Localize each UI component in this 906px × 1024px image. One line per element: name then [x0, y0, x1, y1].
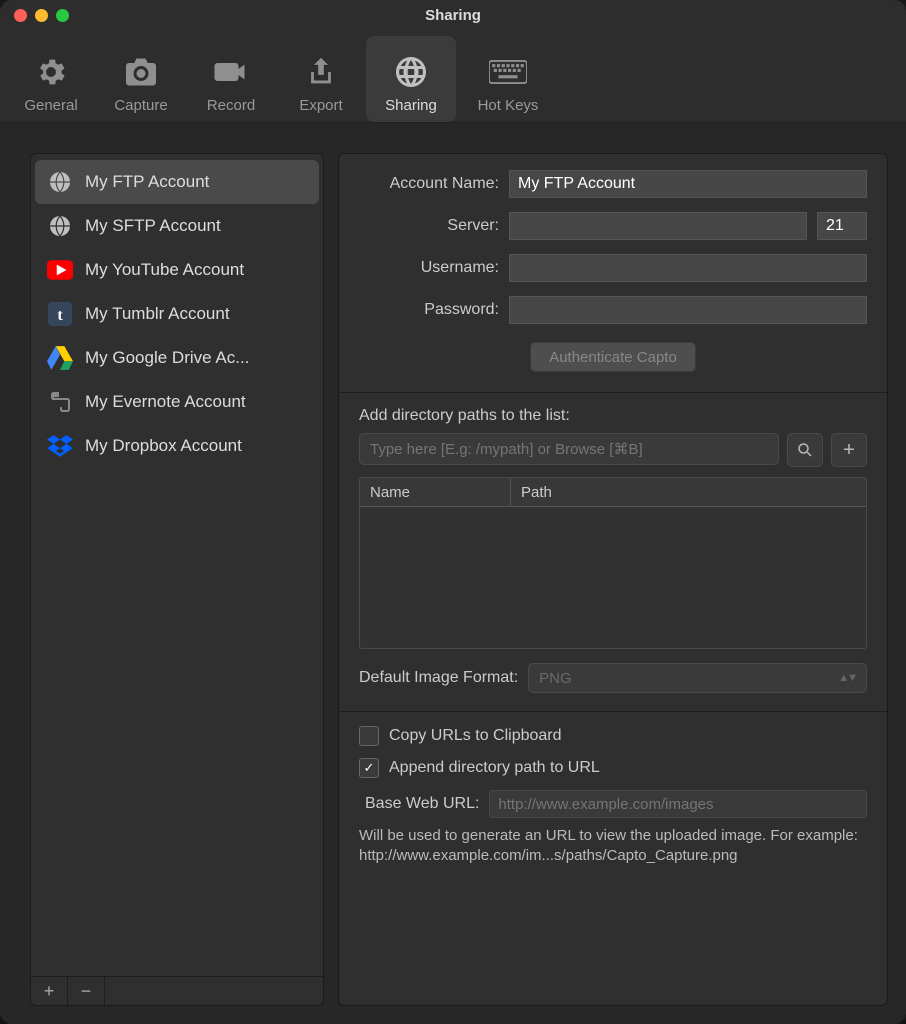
default-format-label: Default Image Format: — [359, 669, 518, 687]
account-item-evernote[interactable]: My Evernote Account — [35, 380, 319, 424]
window-title: Sharing — [0, 7, 906, 24]
keyboard-icon — [489, 53, 527, 91]
account-detail-panel: Account Name: Server: Username: Password… — [338, 153, 888, 1006]
evernote-icon — [47, 389, 73, 415]
add-directory-button[interactable]: + — [831, 433, 867, 467]
accounts-sidebar: My FTP Account My SFTP Account My YouTub… — [30, 153, 324, 1006]
authenticate-button[interactable]: Authenticate Capto — [530, 342, 696, 372]
port-input[interactable] — [817, 212, 867, 240]
titlebar: Sharing — [0, 0, 906, 30]
toolbar: General Capture Record Export Sharing — [0, 30, 906, 123]
share-icon — [302, 53, 340, 91]
dropbox-icon — [47, 433, 73, 459]
account-item-dropbox[interactable]: My Dropbox Account — [35, 424, 319, 468]
account-label: My Evernote Account — [85, 392, 246, 412]
remove-account-button[interactable]: − — [68, 977, 105, 1005]
youtube-icon — [47, 257, 73, 283]
tab-label: General — [24, 97, 77, 114]
account-item-sftp[interactable]: My SFTP Account — [35, 204, 319, 248]
tab-label: Capture — [114, 97, 167, 114]
server-label: Server: — [359, 217, 499, 235]
browse-button[interactable] — [787, 433, 823, 467]
default-format-value: PNG — [539, 670, 572, 687]
preferences-window: Sharing General Capture Record Export — [0, 0, 906, 1024]
account-item-gdrive[interactable]: My Google Drive Ac... — [35, 336, 319, 380]
append-path-label: Append directory path to URL — [389, 759, 600, 777]
tab-hotkeys[interactable]: Hot Keys — [456, 36, 560, 122]
password-label: Password: — [359, 301, 499, 319]
add-account-button[interactable]: + — [31, 977, 68, 1005]
column-path[interactable]: Path — [511, 478, 866, 506]
account-label: My YouTube Account — [85, 260, 244, 280]
account-item-tumblr[interactable]: t My Tumblr Account — [35, 292, 319, 336]
password-input[interactable] — [509, 296, 867, 324]
tab-label: Hot Keys — [478, 97, 539, 114]
svg-text:t: t — [57, 307, 63, 324]
tab-sharing[interactable]: Sharing — [366, 36, 456, 122]
globe-icon — [392, 53, 430, 91]
copy-urls-label: Copy URLs to Clipboard — [389, 727, 562, 745]
tab-label: Record — [207, 97, 255, 114]
chevron-up-down-icon: ▲▼ — [838, 672, 856, 684]
account-label: My Google Drive Ac... — [85, 348, 249, 368]
globe-icon — [47, 213, 73, 239]
account-label: My Tumblr Account — [85, 304, 230, 324]
directory-heading: Add directory paths to the list: — [359, 407, 867, 425]
base-url-hint: Will be used to generate an URL to view … — [359, 826, 867, 867]
account-item-youtube[interactable]: My YouTube Account — [35, 248, 319, 292]
tab-label: Sharing — [385, 97, 437, 114]
gear-icon — [32, 53, 70, 91]
directory-path-input[interactable] — [359, 433, 779, 465]
tab-export[interactable]: Export — [276, 36, 366, 122]
copy-urls-checkbox[interactable] — [359, 726, 379, 746]
tab-label: Export — [299, 97, 342, 114]
base-url-input[interactable] — [489, 790, 867, 818]
username-label: Username: — [359, 259, 499, 277]
tumblr-icon: t — [47, 301, 73, 327]
account-label: My SFTP Account — [85, 216, 221, 236]
account-label: My FTP Account — [85, 172, 209, 192]
default-format-select[interactable]: PNG ▲▼ — [528, 663, 867, 693]
username-input[interactable] — [509, 254, 867, 282]
account-label: My Dropbox Account — [85, 436, 242, 456]
tab-capture[interactable]: Capture — [96, 36, 186, 122]
base-url-label: Base Web URL: — [365, 795, 479, 813]
directory-table: Name Path — [359, 477, 867, 649]
tab-general[interactable]: General — [6, 36, 96, 122]
tab-record[interactable]: Record — [186, 36, 276, 122]
gdrive-icon — [47, 345, 73, 371]
account-name-label: Account Name: — [359, 175, 499, 193]
column-name[interactable]: Name — [360, 478, 511, 506]
account-item-ftp[interactable]: My FTP Account — [35, 160, 319, 204]
server-input[interactable] — [509, 212, 807, 240]
video-icon — [212, 53, 250, 91]
append-path-checkbox[interactable]: ✓ — [359, 758, 379, 778]
camera-icon — [122, 53, 160, 91]
globe-icon — [47, 169, 73, 195]
account-name-input[interactable] — [509, 170, 867, 198]
